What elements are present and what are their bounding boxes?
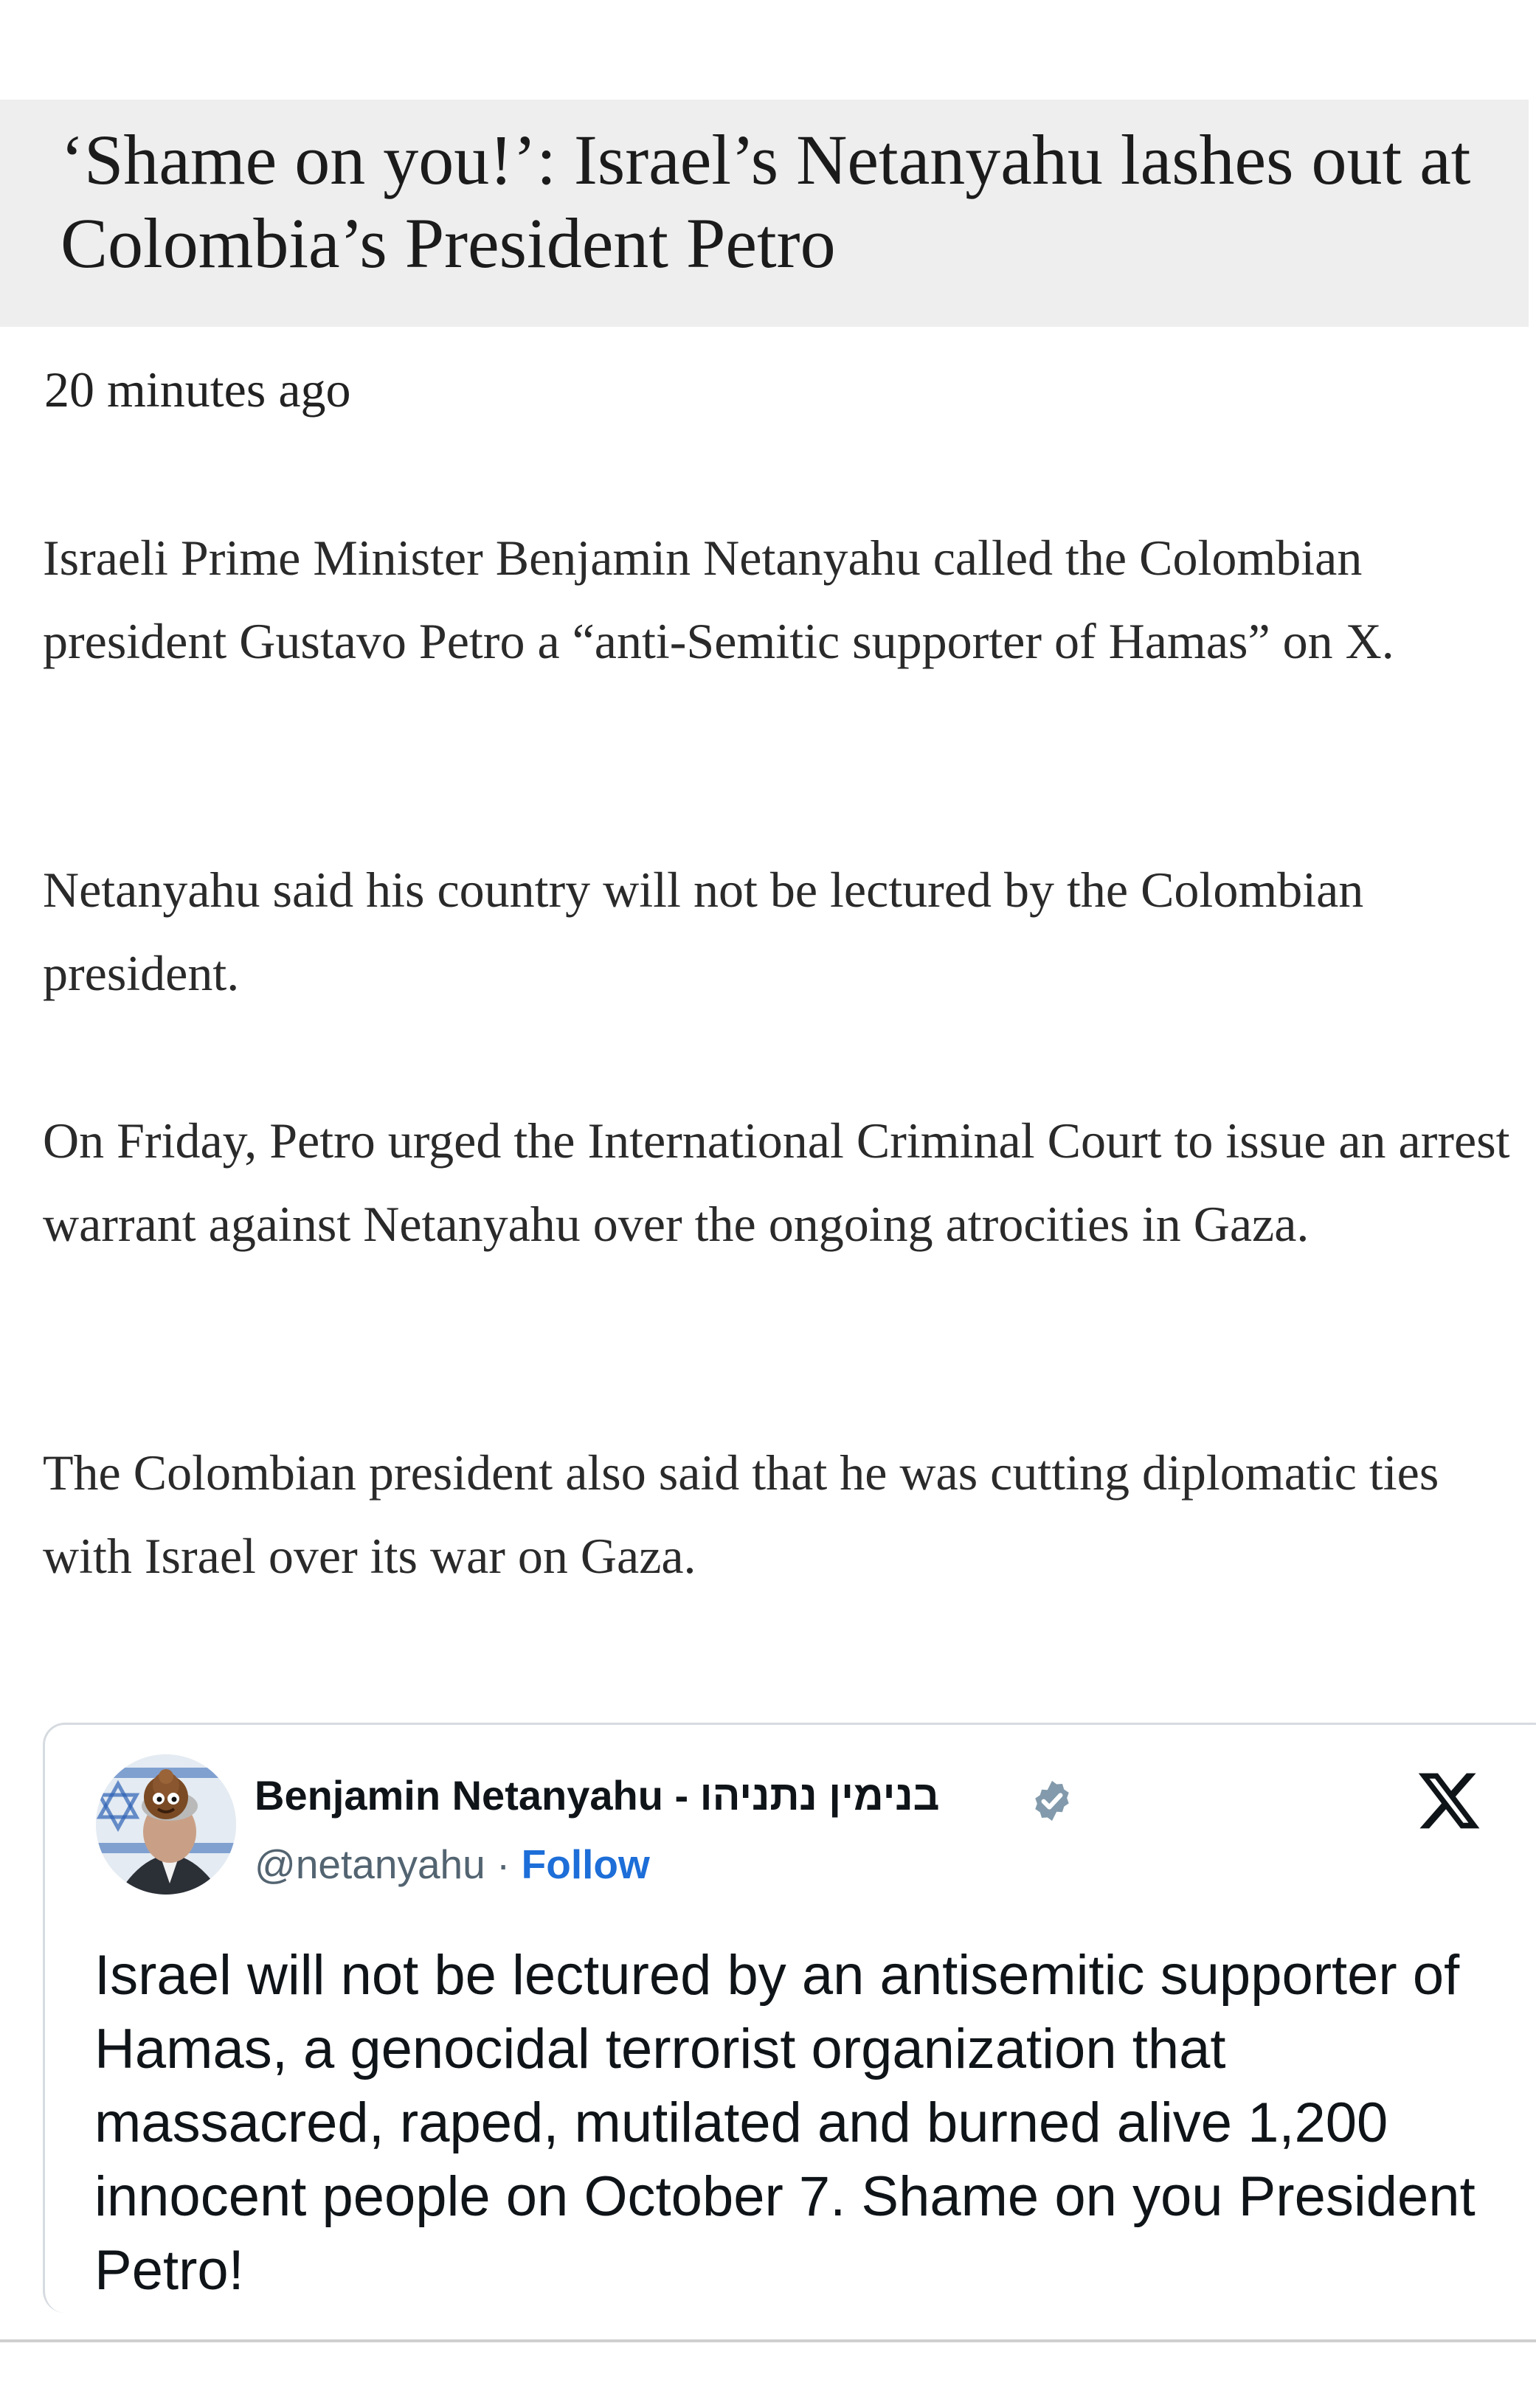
handle-separator: · <box>497 1841 511 1887</box>
author-avatar[interactable] <box>96 1754 236 1895</box>
tweet-body-text: Israel will not be lectured by an antise… <box>94 1944 1476 2302</box>
bottom-divider <box>0 2339 1536 2342</box>
tweet-handle-row: @netanyahu · Follow <box>255 1841 650 1888</box>
tweet-author-name[interactable]: Benjamin Netanyahu - בנימין נתניהו <box>255 1772 939 1819</box>
avatar-image <box>96 1754 236 1895</box>
article-paragraph: On Friday, Petro urged the International… <box>43 1113 1510 1252</box>
verified-badge-icon <box>1035 1780 1069 1821</box>
x-logo-icon[interactable] <box>1415 1767 1483 1835</box>
article-timestamp: 20 minutes ago <box>44 361 351 418</box>
article-paragraph: Netanyahu said his country will not be l… <box>43 862 1364 1001</box>
article-paragraph: The Colombian president also said that h… <box>43 1445 1439 1584</box>
follow-button[interactable]: Follow <box>522 1841 650 1887</box>
article-headline: ‘Shame on you!’: Israel’s Netanyahu lash… <box>60 120 1471 283</box>
article-paragraph: Israeli Prime Minister Benjamin Netanyah… <box>43 530 1394 669</box>
tweet-handle[interactable]: @netanyahu <box>255 1841 485 1887</box>
